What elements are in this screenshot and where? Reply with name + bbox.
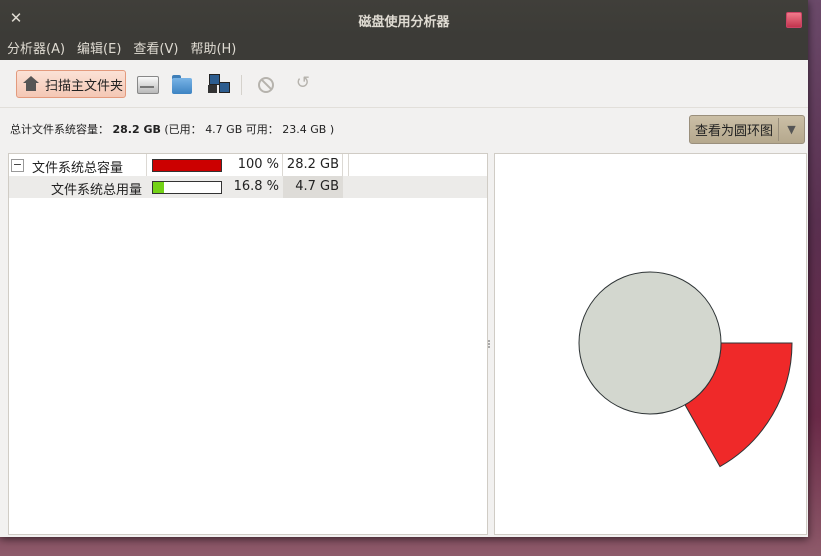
view-as-ring-button[interactable]: 查看为圆环图 ▼ [689,115,805,144]
summary-total: 28.2 GB [112,123,161,136]
row-size: 4.7 GB [295,179,339,194]
scan-home-label: 扫描主文件夹 [45,78,124,94]
usage-bar [152,181,222,194]
summary-suffix: ) [329,123,335,136]
tree-row[interactable]: − 文件系统总容量 100 % 28.2 GB [9,154,487,176]
folder-tree[interactable]: − 文件系统总容量 100 % 28.2 GB 文件系统总用量 16.8 % 4… [8,153,488,535]
menu-view[interactable]: 查看(V) [126,38,183,57]
summary-used-label: (已用： [164,123,202,136]
window-title: 磁盘使用分析器 [358,15,450,30]
summary-used: 4.7 GB [205,123,243,136]
menu-bar: 分析器(A) 编辑(E) 查看(V) 帮助(H) [0,35,808,60]
toolbar: 扫描主文件夹 ↺ [0,60,808,108]
menu-help[interactable]: 帮助(H) [183,38,241,57]
scan-home-button[interactable]: 扫描主文件夹 [16,70,126,98]
row-size: 28.2 GB [286,157,339,172]
menu-analyzer[interactable]: 分析器(A) [0,38,70,57]
title-bar: ✕ 磁盘使用分析器 [0,0,808,35]
usage-bar [152,159,222,172]
chevron-down-icon[interactable]: ▼ [779,123,804,136]
summary-avail-label: 可用： [245,123,279,136]
stop-icon[interactable] [257,76,274,93]
tree-row[interactable]: 文件系统总用量 16.8 % 4.7 GB [9,176,487,198]
folder-icon[interactable] [171,74,193,94]
ring-chart[interactable] [495,154,806,534]
row-percent: 16.8 % [233,179,279,194]
row-name: 文件系统总用量 [51,183,143,198]
menu-edit[interactable]: 编辑(E) [70,38,126,57]
summary-prefix: 总计文件系统容量： [10,123,109,136]
summary-avail: 23.4 GB [282,123,327,136]
maximize-icon[interactable] [786,12,802,28]
capacity-summary: 总计文件系统容量： 28.2 GB (已用： 4.7 GB 可用： 23.4 G… [10,121,334,137]
row-percent: 100 % [237,157,279,172]
app-window: ✕ 磁盘使用分析器 分析器(A) 编辑(E) 查看(V) 帮助(H) 扫描主文件… [0,0,808,537]
disk-icon[interactable] [136,74,159,94]
row-name: 文件系统总容量 [32,161,124,176]
ring-center[interactable] [578,271,722,415]
collapse-icon[interactable]: − [11,159,24,172]
refresh-icon[interactable]: ↺ [294,74,312,92]
view-mode-label: 查看为圆环图 [694,124,773,139]
home-icon [23,76,39,92]
remote-icon[interactable] [207,74,230,94]
pane-resize-handle[interactable] [488,340,491,348]
toolbar-separator [241,75,242,95]
ring-chart-panel[interactable] [494,153,807,535]
